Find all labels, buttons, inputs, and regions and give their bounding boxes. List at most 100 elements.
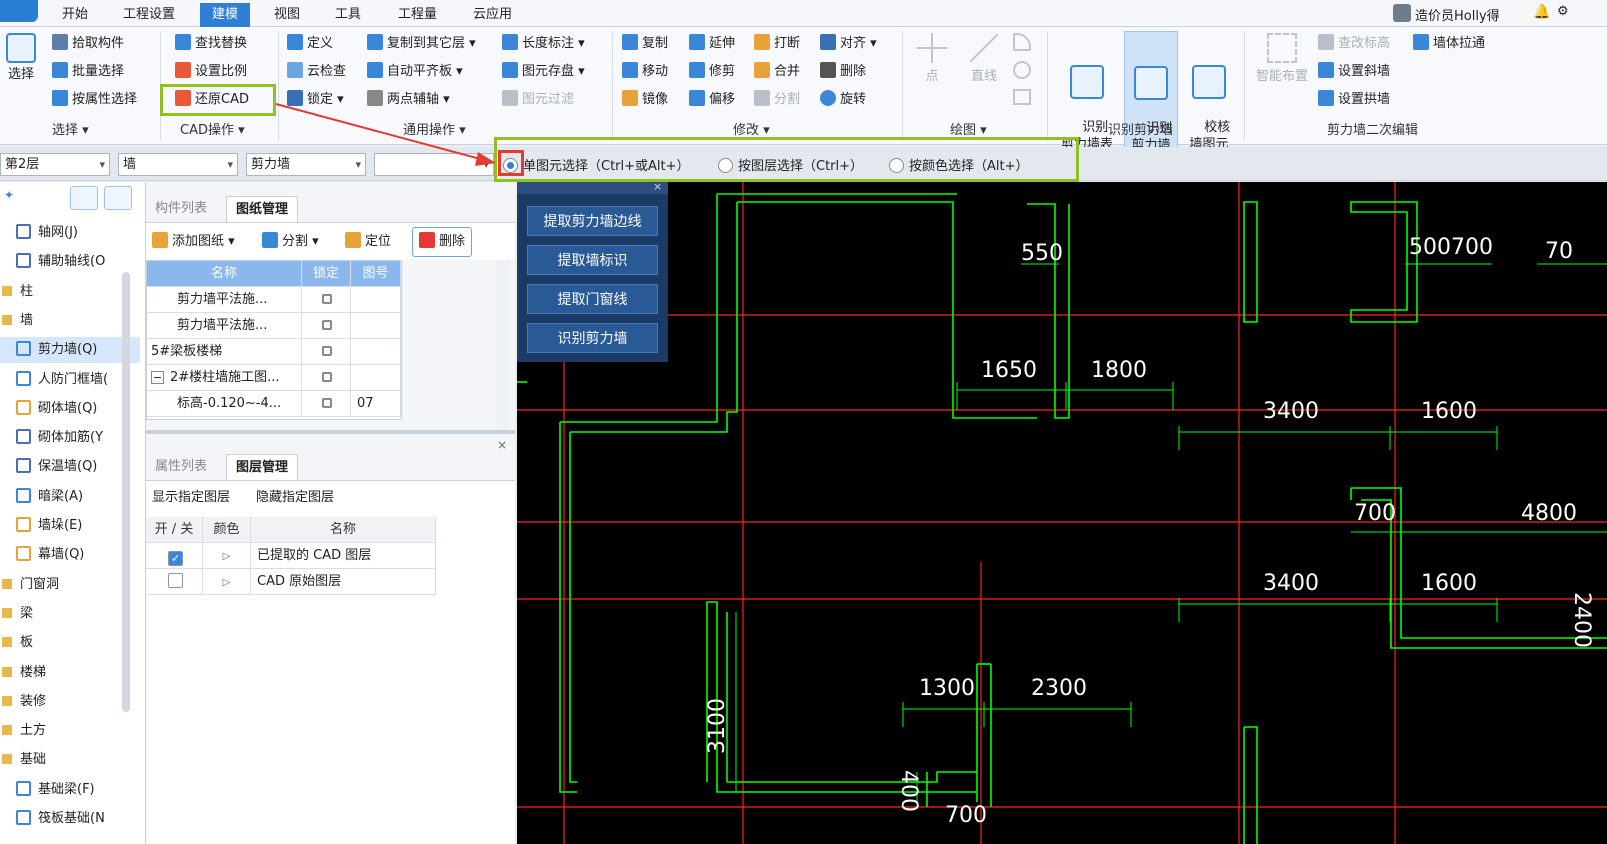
type-select[interactable]: 剪力墙 [246, 153, 366, 176]
tree-item[interactable]: 基础梁(F) [0, 777, 140, 803]
element-filter-button[interactable]: 图元过滤 [502, 89, 574, 111]
extend-button[interactable]: 延伸 [689, 33, 735, 55]
element-save-button[interactable]: 图元存盘 ▾ [502, 61, 585, 83]
hide-layer-button[interactable]: 隐藏指定图层 [256, 487, 334, 509]
set-scale-button[interactable]: 设置比例 [175, 61, 247, 83]
tab-start[interactable]: 开始 [56, 5, 94, 25]
category-select[interactable]: 墙 [118, 153, 238, 176]
tab-layer-management[interactable]: 图层管理 [226, 454, 299, 480]
group-label-draw[interactable]: 绘图 ▾ [950, 119, 987, 138]
app-logo[interactable] [0, 0, 38, 22]
layer-color-cell[interactable]: ▷ [203, 569, 251, 595]
merge-button[interactable]: 合并 [754, 61, 800, 83]
cloud-check-button[interactable]: 云检查 [287, 61, 346, 83]
offset-button[interactable]: 偏移 [689, 89, 735, 111]
drawing-number-cell[interactable] [351, 313, 401, 339]
split-drawing-button[interactable]: 分割 ▾ [262, 231, 319, 253]
lock-cell[interactable] [302, 287, 351, 313]
edit-elevation-button[interactable]: 查改标高 [1318, 33, 1390, 55]
drawing-number-cell[interactable] [351, 339, 401, 365]
batch-select-button[interactable]: 批量选择 [52, 61, 124, 83]
floor-select[interactable]: 第2层 [0, 153, 110, 176]
drawing-name-cell[interactable]: 标高-0.120~-4... [147, 391, 302, 417]
pick-component-button[interactable]: 拾取构件 [52, 33, 124, 55]
tree-folder[interactable]: 墙 [0, 308, 140, 334]
tree-item[interactable]: 墙垛(E) [0, 513, 140, 539]
delete-drawing-button[interactable]: 删除 [412, 227, 473, 257]
tree-folder[interactable]: 楼梯 [0, 660, 140, 686]
tab-tools[interactable]: 工具 [329, 5, 367, 25]
tab-modeling[interactable]: 建模 [200, 3, 251, 27]
tree-item[interactable]: 砌体墙(Q) [0, 396, 140, 422]
auto-align-slab-button[interactable]: 自动平齐板 ▾ [367, 61, 463, 83]
drawing-number-cell[interactable] [351, 287, 401, 313]
split-button[interactable]: 分割 [754, 89, 800, 111]
copy-button[interactable]: 复制 [622, 33, 668, 55]
circle-icon[interactable] [1013, 61, 1031, 79]
align-button[interactable]: 对齐 ▾ [820, 33, 877, 55]
cad-viewport[interactable]: 550 500700 70 1650 1800 3400 1600 700 48… [517, 182, 1607, 844]
tree-item[interactable]: 辅助轴线(O [0, 249, 140, 275]
extract-wall-edge-button[interactable]: 提取剪力墙边线 [527, 206, 658, 236]
wall-extend-button[interactable]: 墙体拉通 [1413, 33, 1485, 55]
extract-door-window-button[interactable]: 提取门窗线 [527, 284, 658, 314]
drawing-name-cell[interactable]: 剪力墙平法施... [147, 287, 302, 313]
copy-to-floor-button[interactable]: 复制到其它层 ▾ [367, 33, 476, 55]
group-label-select[interactable]: 选择 ▾ [52, 119, 89, 138]
tab-quantity[interactable]: 工程量 [392, 5, 443, 25]
expand-icon[interactable]: ▷ [223, 577, 231, 588]
layer-toggle-cell[interactable]: ✓ [146, 543, 203, 569]
layer-toggle-cell[interactable] [146, 569, 203, 595]
window-view-icon[interactable] [104, 186, 132, 210]
tab-property-list[interactable]: 属性列表 [146, 454, 216, 480]
checkbox-checked-icon[interactable]: ✓ [168, 551, 183, 566]
delete-button[interactable]: 删除 [820, 61, 866, 83]
list-view-icon[interactable] [70, 186, 98, 210]
lock-cell[interactable] [302, 365, 351, 391]
tree-item[interactable]: 人防门框墙( [0, 367, 140, 393]
find-replace-button[interactable]: 查找替换 [175, 33, 247, 55]
tab-project-settings[interactable]: 工程设置 [117, 5, 181, 25]
drawing-name-cell[interactable]: 5#梁板楼梯 [147, 339, 302, 365]
tree-item[interactable]: 保温墙(Q) [0, 454, 140, 480]
tab-cloud[interactable]: 云应用 [467, 5, 518, 25]
tree-item[interactable]: 暗梁(A) [0, 484, 140, 510]
recognize-wall-popup-button[interactable]: 识别剪力墙 [527, 323, 658, 353]
show-layer-button[interactable]: 显示指定图层 [152, 487, 230, 509]
rotate-button[interactable]: 旋转 [820, 89, 866, 111]
group-label-cad[interactable]: CAD操作 ▾ [180, 119, 245, 138]
collapse-icon[interactable]: − [151, 371, 164, 384]
select-button[interactable]: 选择 [4, 33, 38, 83]
user-name[interactable]: 造价员Holly得 [1415, 5, 1500, 24]
tab-drawing-management[interactable]: 图纸管理 [226, 196, 299, 222]
component-select[interactable] [374, 153, 494, 176]
drawing-name-cell[interactable]: −2#楼柱墙施工图... [147, 365, 302, 391]
panel-splitter[interactable] [146, 430, 515, 434]
drawing-number-cell[interactable]: 07 [351, 391, 401, 417]
tree-folder[interactable]: 梁 [0, 601, 140, 627]
tree-folder[interactable]: 装修 [0, 689, 140, 715]
tree-folder[interactable]: 门窗洞 [0, 572, 140, 598]
cad-drawing[interactable]: 550 500700 70 1650 1800 3400 1600 700 48… [517, 182, 1607, 844]
tree-item[interactable]: 筏板基础(N [0, 806, 140, 832]
avatar[interactable] [1393, 4, 1411, 22]
tab-view[interactable]: 视图 [268, 5, 306, 25]
checkbox-icon[interactable] [168, 573, 183, 588]
tab-component-list[interactable]: 构件列表 [146, 196, 216, 222]
rect-icon[interactable] [1013, 89, 1031, 105]
select-by-property-button[interactable]: 按属性选择 [52, 89, 137, 111]
lock-button[interactable]: 锁定 ▾ [287, 89, 344, 111]
move-button[interactable]: 移动 [622, 61, 668, 83]
lock-cell[interactable] [302, 339, 351, 365]
tree-item[interactable]: 幕墙(Q) [0, 542, 140, 568]
extract-wall-label-button[interactable]: 提取墙标识 [527, 245, 658, 275]
arc-icon[interactable] [1013, 33, 1031, 51]
drawing-scrollbar[interactable] [496, 260, 510, 430]
close-icon[interactable]: × [497, 438, 507, 452]
define-button[interactable]: 定义 [287, 33, 333, 55]
tree-folder[interactable]: 基础 [0, 747, 140, 773]
smart-layout-button[interactable]: 智能布置 [1250, 33, 1314, 85]
point-button[interactable]: 点 [912, 33, 952, 85]
bell-icon[interactable]: 🔔 [1533, 4, 1550, 20]
line-button[interactable]: 直线 [962, 33, 1006, 85]
